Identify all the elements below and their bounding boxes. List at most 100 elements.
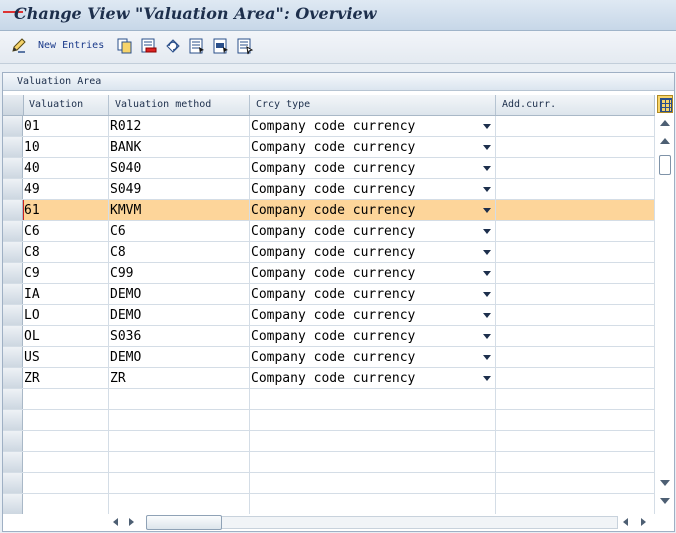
row-select-button[interactable] xyxy=(3,137,23,157)
table-row[interactable]: IA DEMO Company code currency xyxy=(3,284,655,305)
dropdown-arrow-icon[interactable] xyxy=(483,355,491,360)
add-curr-cell[interactable] xyxy=(496,200,655,220)
column-header-crcy-type[interactable]: Crcy type xyxy=(250,95,496,115)
valuation-method-cell[interactable] xyxy=(109,389,250,409)
add-curr-cell[interactable] xyxy=(496,221,655,241)
valuation-cell[interactable] xyxy=(23,494,109,514)
valuation-cell[interactable]: OL xyxy=(23,326,109,346)
crcy-type-dropdown[interactable]: Company code currency xyxy=(250,305,496,325)
valuation-method-cell[interactable] xyxy=(109,431,250,451)
dropdown-arrow-icon[interactable] xyxy=(483,292,491,297)
undo-change-icon[interactable] xyxy=(164,37,182,55)
select-block-icon[interactable] xyxy=(212,37,230,55)
table-row[interactable]: 40 S040 Company code currency xyxy=(3,158,655,179)
add-curr-cell[interactable] xyxy=(496,116,655,136)
valuation-cell[interactable] xyxy=(23,452,109,472)
dropdown-arrow-icon[interactable] xyxy=(483,166,491,171)
row-select-button[interactable] xyxy=(3,221,23,241)
valuation-cell[interactable] xyxy=(23,389,109,409)
crcy-type-dropdown[interactable]: Company code currency xyxy=(250,326,496,346)
row-select-button[interactable] xyxy=(3,368,23,388)
add-curr-cell[interactable] xyxy=(496,263,655,283)
valuation-cell[interactable]: C9 xyxy=(23,263,109,283)
scroll-right-icon[interactable] xyxy=(129,518,134,526)
valuation-method-cell[interactable] xyxy=(109,410,250,430)
deselect-all-icon[interactable] xyxy=(236,37,254,55)
scroll-up-icon[interactable] xyxy=(660,120,670,126)
row-select-button[interactable] xyxy=(3,410,23,430)
crcy-type-dropdown[interactable]: Company code currency xyxy=(250,116,496,136)
valuation-method-cell[interactable] xyxy=(109,473,250,493)
crcy-type-dropdown[interactable]: Company code currency xyxy=(250,368,496,388)
dropdown-arrow-icon[interactable] xyxy=(483,187,491,192)
crcy-type-dropdown[interactable]: Company code currency xyxy=(250,347,496,367)
valuation-method-cell[interactable]: S040 xyxy=(109,158,250,178)
crcy-type-dropdown[interactable]: Company code currency xyxy=(250,284,496,304)
scroll-down-icon[interactable] xyxy=(660,498,670,504)
table-row[interactable]: 49 S049 Company code currency xyxy=(3,179,655,200)
row-select-button[interactable] xyxy=(3,305,23,325)
add-curr-cell[interactable] xyxy=(496,368,655,388)
add-curr-cell[interactable] xyxy=(496,305,655,325)
dropdown-arrow-icon[interactable] xyxy=(483,208,491,213)
valuation-method-cell[interactable] xyxy=(109,494,250,514)
row-select-button[interactable] xyxy=(3,452,23,472)
column-header-valuation[interactable]: Valuation xyxy=(23,95,109,115)
add-curr-cell[interactable] xyxy=(496,158,655,178)
row-select-button[interactable] xyxy=(3,284,23,304)
crcy-type-dropdown[interactable]: Company code currency xyxy=(250,242,496,262)
valuation-method-cell[interactable]: R012 xyxy=(109,116,250,136)
table-row[interactable]: C8 C8 Company code currency xyxy=(3,242,655,263)
add-curr-cell[interactable] xyxy=(496,431,655,451)
crcy-type-dropdown[interactable]: Company code currency xyxy=(250,263,496,283)
select-all-icon[interactable] xyxy=(188,37,206,55)
page-up-icon[interactable] xyxy=(660,138,670,144)
row-select-button[interactable] xyxy=(3,326,23,346)
table-row[interactable]: ZR ZR Company code currency xyxy=(3,368,655,389)
valuation-method-cell[interactable]: S036 xyxy=(109,326,250,346)
vertical-scrollbar[interactable] xyxy=(656,116,673,515)
add-curr-cell[interactable] xyxy=(496,242,655,262)
page-down-icon[interactable] xyxy=(660,480,670,486)
table-row[interactable]: US DEMO Company code currency xyxy=(3,347,655,368)
crcy-type-dropdown[interactable]: Company code currency xyxy=(250,158,496,178)
row-select-button[interactable] xyxy=(3,116,23,136)
crcy-type-dropdown[interactable]: Company code currency xyxy=(250,221,496,241)
valuation-cell[interactable]: 40 xyxy=(23,158,109,178)
dropdown-arrow-icon[interactable] xyxy=(483,145,491,150)
dropdown-arrow-icon[interactable] xyxy=(483,376,491,381)
table-row[interactable]: 10 BANK Company code currency xyxy=(3,137,655,158)
valuation-cell[interactable]: 49 xyxy=(23,179,109,199)
row-select-button[interactable] xyxy=(3,263,23,283)
copy-icon[interactable] xyxy=(116,37,134,55)
crcy-type-dropdown[interactable]: Company code currency xyxy=(250,179,496,199)
crcy-type-dropdown[interactable] xyxy=(250,494,496,514)
column-header-valuation-method[interactable]: Valuation method xyxy=(109,95,250,115)
valuation-method-cell[interactable]: ZR xyxy=(109,368,250,388)
valuation-cell[interactable]: ZR xyxy=(23,368,109,388)
row-select-button[interactable] xyxy=(3,242,23,262)
table-row[interactable]: 61 KMVM Company code currency xyxy=(3,200,655,221)
add-curr-cell[interactable] xyxy=(496,137,655,157)
column-header-add-curr[interactable]: Add.curr. xyxy=(496,95,655,115)
table-row[interactable]: LO DEMO Company code currency xyxy=(3,305,655,326)
add-curr-cell[interactable] xyxy=(496,389,655,409)
crcy-type-dropdown[interactable]: Company code currency xyxy=(250,137,496,157)
table-row[interactable] xyxy=(3,389,655,410)
valuation-method-cell[interactable]: S049 xyxy=(109,179,250,199)
row-select-button[interactable] xyxy=(3,431,23,451)
valuation-cell[interactable] xyxy=(23,431,109,451)
vertical-scroll-thumb[interactable] xyxy=(659,155,671,175)
crcy-type-dropdown[interactable] xyxy=(250,452,496,472)
valuation-cell[interactable]: US xyxy=(23,347,109,367)
dropdown-arrow-icon[interactable] xyxy=(483,271,491,276)
table-row[interactable]: C9 C99 Company code currency xyxy=(3,263,655,284)
add-curr-cell[interactable] xyxy=(496,473,655,493)
add-curr-cell[interactable] xyxy=(496,179,655,199)
valuation-method-cell[interactable]: DEMO xyxy=(109,347,250,367)
add-curr-cell[interactable] xyxy=(496,494,655,514)
dropdown-arrow-icon[interactable] xyxy=(483,250,491,255)
valuation-cell[interactable]: 10 xyxy=(23,137,109,157)
crcy-type-dropdown[interactable]: Company code currency xyxy=(250,200,496,220)
valuation-method-cell[interactable] xyxy=(109,452,250,472)
